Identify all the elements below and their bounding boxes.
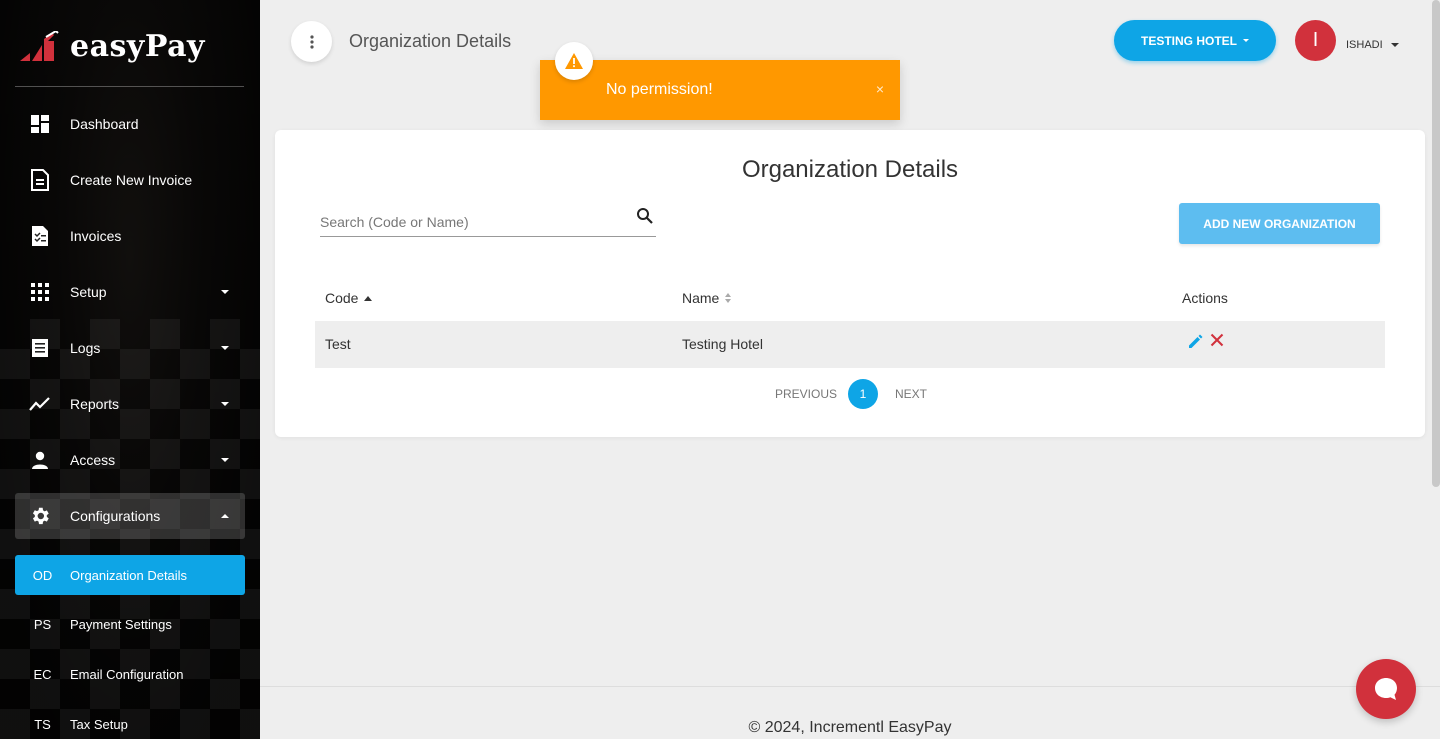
cell-name: Testing Hotel	[682, 336, 763, 352]
grid-icon	[29, 281, 51, 303]
permission-toast: No permission! ×	[540, 60, 900, 120]
search-input[interactable]	[320, 205, 620, 235]
footer-text: © 2024, Incrementl EasyPay	[748, 719, 952, 736]
toast-close-button[interactable]: ×	[876, 81, 884, 97]
sidebar-item-label: Access	[70, 452, 116, 468]
trending-icon	[29, 393, 51, 415]
logo-mark-icon	[20, 29, 60, 61]
pagination-page-1[interactable]: 1	[848, 379, 878, 409]
sidebar-item-logs[interactable]: Logs	[15, 320, 245, 376]
edit-icon[interactable]	[1187, 332, 1205, 355]
sidebar-subitem-label: Email Configuration	[70, 666, 184, 682]
chevron-down-icon	[1390, 43, 1399, 47]
sidebar-item-reports[interactable]: Reports	[15, 376, 245, 432]
sidebar-item-configurations[interactable]: Configurations	[15, 493, 245, 539]
sidebar-subitem-abbr: OD	[32, 567, 53, 583]
user-name-label: ISHADI	[1346, 39, 1383, 51]
avatar[interactable]: I	[1295, 20, 1336, 61]
dashboard-icon	[29, 113, 51, 135]
column-header-label: Code	[325, 290, 359, 306]
sidebar-subitem-abbr: TS	[34, 716, 51, 732]
sort-ascending-icon	[364, 295, 373, 301]
search-field	[320, 205, 656, 237]
chevron-down-icon	[221, 346, 229, 350]
gear-icon	[29, 505, 51, 527]
sidebar-subitem-payment-settings[interactable]: PS Payment Settings	[15, 604, 245, 644]
checklist-icon	[29, 225, 51, 247]
user-menu[interactable]: ISHADI	[1346, 39, 1399, 51]
chevron-down-icon	[1243, 39, 1249, 42]
sidebar-divider	[15, 86, 244, 87]
sidebar-item-label: Configurations	[70, 508, 161, 524]
more-menu-button[interactable]	[291, 21, 332, 62]
person-icon	[29, 449, 51, 471]
column-header-actions: Actions	[1182, 290, 1228, 306]
sidebar-item-create-invoice[interactable]: Create New Invoice	[15, 152, 245, 208]
sidebar: easyPay Dashboard Create New Invoice Inv…	[0, 0, 260, 739]
add-organization-button[interactable]: ADD NEW ORGANIZATION	[1179, 203, 1380, 244]
warning-icon	[555, 42, 593, 80]
page-title: Organization Details	[349, 31, 512, 51]
sidebar-item-invoices[interactable]: Invoices	[15, 208, 245, 264]
sidebar-item-label: Create New Invoice	[70, 172, 193, 188]
pagination-previous[interactable]: PREVIOUS	[775, 387, 837, 401]
document-icon	[29, 169, 51, 191]
card-title: Organization Details	[741, 156, 959, 183]
pagination-next[interactable]: NEXT	[895, 387, 927, 401]
sidebar-item-label: Invoices	[70, 228, 122, 244]
sidebar-subitem-label: Tax Setup	[70, 716, 128, 732]
hotel-selector-button[interactable]: TESTING HOTEL	[1114, 20, 1276, 61]
toast-message: No permission!	[606, 81, 713, 98]
sidebar-subitem-organization-details[interactable]: OD Organization Details	[15, 555, 245, 595]
hotel-selector-label: TESTING HOTEL	[1141, 33, 1237, 48]
column-header-name[interactable]: Name	[682, 290, 732, 306]
app-logo[interactable]: easyPay	[20, 28, 205, 64]
cell-code: Test	[325, 336, 351, 352]
sidebar-subitem-label: Payment Settings	[70, 616, 172, 632]
column-header-label: Actions	[1182, 290, 1228, 306]
sidebar-subitem-label: Organization Details	[70, 567, 188, 583]
delete-icon[interactable]	[1209, 332, 1225, 353]
page-scrollbar[interactable]	[1432, 0, 1440, 487]
chevron-down-icon	[221, 290, 229, 294]
sidebar-subitem-tax-setup[interactable]: TS Tax Setup	[15, 704, 245, 739]
sidebar-item-label: Reports	[70, 396, 120, 412]
column-header-code[interactable]: Code	[325, 290, 373, 306]
sidebar-item-label: Logs	[70, 340, 101, 356]
sidebar-subitem-abbr: EC	[33, 666, 52, 682]
logo-text: easyPay	[70, 28, 205, 64]
sidebar-item-access[interactable]: Access	[15, 432, 245, 488]
sidebar-item-label: Dashboard	[70, 116, 139, 132]
footer-divider	[260, 686, 1440, 687]
chat-bubble-icon	[1375, 678, 1397, 700]
list-icon	[29, 337, 51, 359]
sidebar-item-label: Setup	[70, 284, 107, 300]
more-vertical-icon	[309, 34, 314, 49]
column-header-label: Name	[682, 290, 720, 306]
chevron-down-icon	[221, 402, 229, 406]
sidebar-nav: Dashboard Create New Invoice Invoices Se…	[15, 96, 245, 544]
sidebar-item-setup[interactable]: Setup	[15, 264, 245, 320]
chevron-up-icon	[221, 514, 229, 518]
chevron-down-icon	[221, 458, 229, 462]
sidebar-subitem-email-configuration[interactable]: EC Email Configuration	[15, 654, 245, 694]
search-icon[interactable]	[636, 207, 654, 230]
sidebar-item-dashboard[interactable]: Dashboard	[15, 96, 245, 152]
chat-button[interactable]	[1356, 659, 1416, 719]
sort-icon	[725, 293, 732, 303]
sidebar-subitem-abbr: PS	[33, 616, 52, 632]
